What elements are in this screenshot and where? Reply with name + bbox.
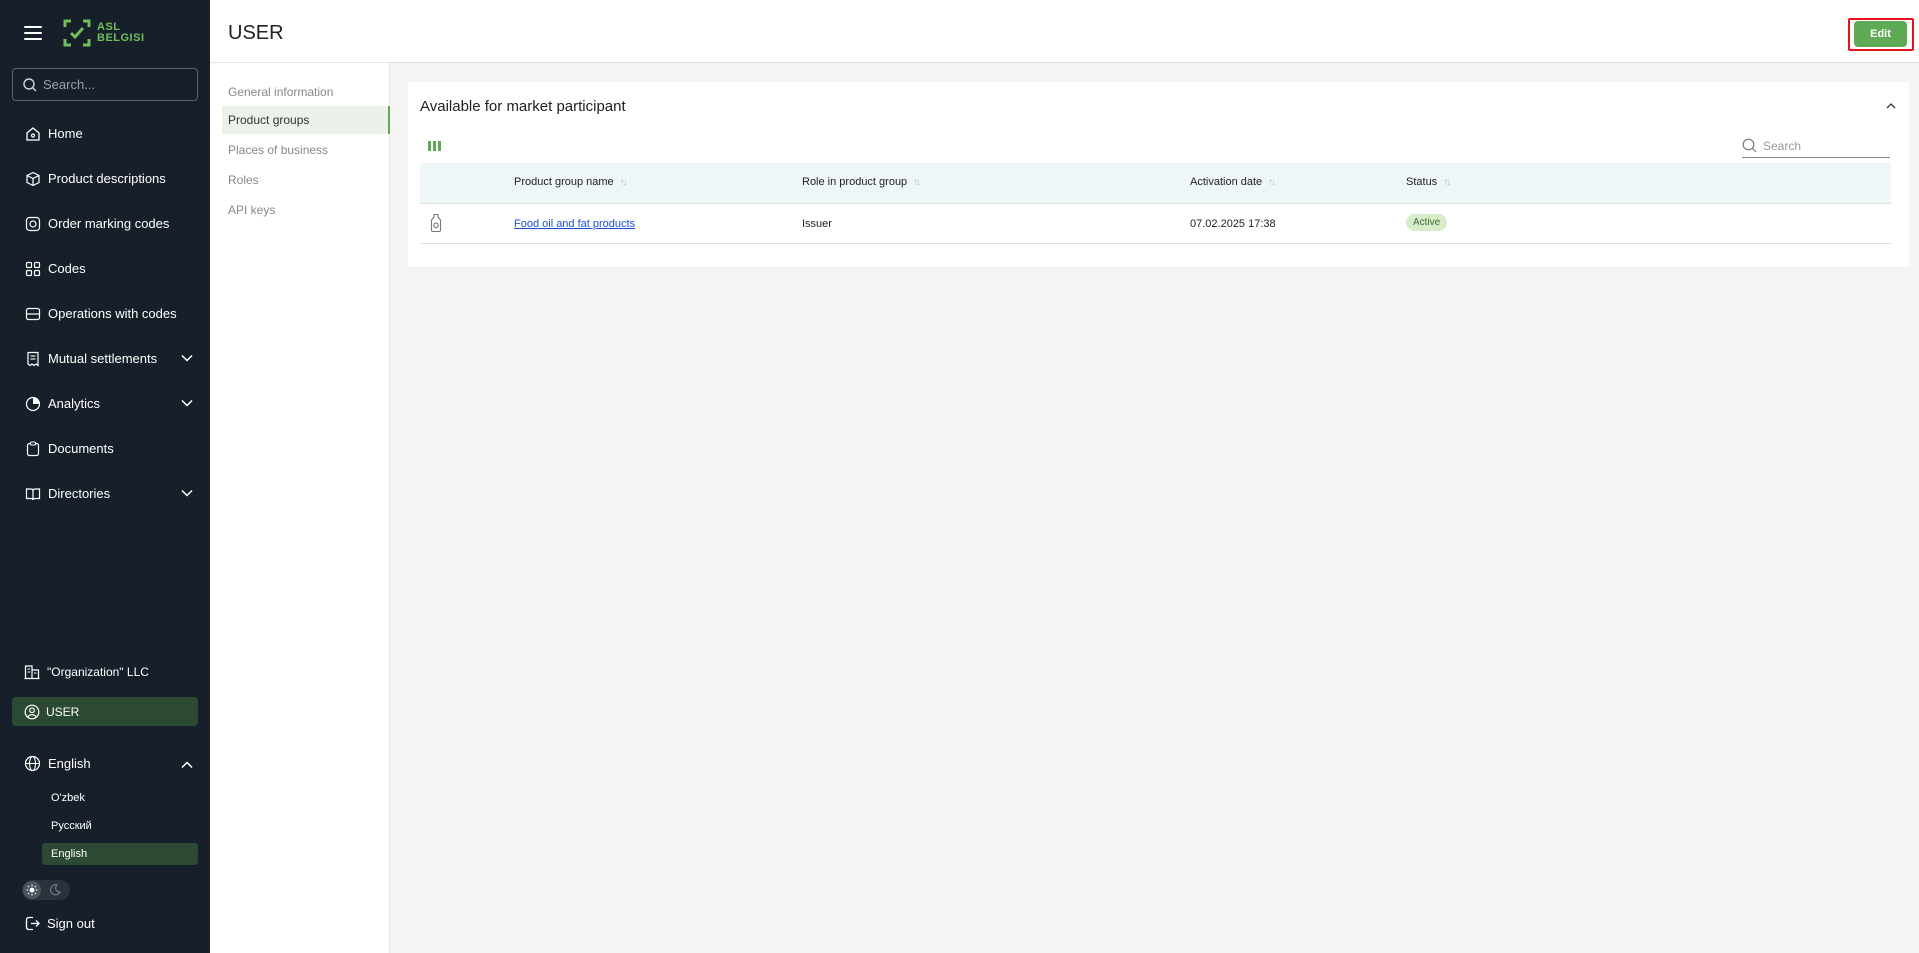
sidebar-item-label: Documents [48, 441, 114, 456]
user-icon [24, 704, 40, 719]
column-header-label: Status [1406, 176, 1438, 188]
operations-icon [24, 305, 42, 323]
sun-icon [23, 881, 41, 899]
tab-product-groups[interactable]: Product groups [222, 106, 390, 134]
sort-icon[interactable]: ↑↓ [1443, 177, 1451, 188]
sidebar-nav: Home Product descriptions Order marking … [0, 111, 210, 516]
analytics-icon [24, 395, 42, 413]
sort-icon[interactable]: ↑↓ [913, 177, 921, 188]
menu-icon[interactable] [24, 26, 42, 40]
product-group-link[interactable]: Food oil and fat products [514, 218, 635, 230]
language-selector[interactable]: English [24, 755, 198, 772]
sidebar-item-codes[interactable]: Codes [0, 246, 210, 291]
table-header: Product group name ↑↓ Role in product gro… [420, 163, 1891, 204]
column-header-product-group-name[interactable]: Product group name ↑↓ [514, 176, 628, 188]
search-icon [1742, 138, 1757, 153]
role-cell: Issuer [802, 218, 832, 230]
chevron-up-icon[interactable] [180, 758, 194, 772]
columns-settings-icon[interactable] [428, 141, 441, 151]
sidebar-item-analytics[interactable]: Analytics [0, 381, 210, 426]
language-current: English [48, 756, 91, 771]
header: USER Edit [210, 0, 1919, 63]
sidebar-item-documents[interactable]: Documents [0, 426, 210, 471]
tab-places-of-business[interactable]: Places of business [222, 136, 390, 164]
receipt-icon [24, 350, 42, 368]
chevron-down-icon[interactable] [180, 486, 194, 500]
document-icon [24, 440, 42, 458]
sort-icon[interactable]: ↑↓ [1268, 177, 1276, 188]
column-header-label: Role in product group [802, 176, 908, 188]
sidebar-item-operations-with-codes[interactable]: Operations with codes [0, 291, 210, 336]
codes-icon [24, 260, 42, 278]
language-option-uzbek[interactable]: O'zbek [42, 787, 198, 809]
chevron-down-icon[interactable] [180, 351, 194, 365]
column-header-status[interactable]: Status ↑↓ [1406, 176, 1451, 188]
column-header-label: Product group name [514, 176, 614, 188]
sidebar-item-home[interactable]: Home [0, 111, 210, 156]
sort-icon[interactable]: ↑↓ [620, 177, 628, 188]
product-groups-card: Available for market participant Product… [408, 82, 1909, 267]
sidebar-item-label: Home [48, 126, 83, 141]
logo-text: ASL BELGISI [97, 22, 145, 44]
sidebar-search[interactable] [12, 68, 198, 101]
chevron-up-icon[interactable] [1885, 100, 1897, 112]
user-subnav: General information Product groups Place… [210, 63, 390, 953]
tab-general-information[interactable]: General information [222, 78, 390, 106]
sidebar-item-label: Analytics [48, 396, 101, 411]
search-icon [23, 77, 37, 91]
sidebar-item-order-marking-codes[interactable]: Order marking codes [0, 201, 210, 246]
order-codes-icon [24, 215, 42, 233]
organization-item[interactable]: "Organization" LLC [24, 664, 149, 680]
tab-roles[interactable]: Roles [222, 166, 390, 194]
edit-button[interactable]: Edit [1854, 21, 1907, 47]
logo-text-line2: BELGISI [97, 32, 145, 44]
building-icon [24, 665, 40, 680]
table-search[interactable] [1742, 134, 1890, 158]
theme-toggle[interactable] [22, 880, 70, 900]
page-title: USER [228, 22, 284, 44]
sign-out-button[interactable]: Sign out [24, 915, 95, 932]
table-row: Food oil and fat products Issuer 07.02.2… [420, 204, 1891, 244]
home-icon [24, 125, 42, 143]
sidebar-header: ASL BELGISI [0, 0, 210, 66]
language-option-russian[interactable]: Русский [42, 815, 198, 837]
sidebar-item-label: Product descriptions [48, 171, 166, 186]
oil-bottle-icon [430, 213, 442, 233]
sign-out-icon [25, 916, 40, 931]
user-name: USER [46, 704, 80, 719]
sidebar: ASL BELGISI Home Product descriptions [0, 0, 210, 953]
globe-icon [24, 755, 41, 772]
tab-api-keys[interactable]: API keys [222, 196, 390, 224]
sidebar-item-directories[interactable]: Directories [0, 471, 210, 516]
sidebar-item-product-descriptions[interactable]: Product descriptions [0, 156, 210, 201]
organization-name: "Organization" LLC [47, 665, 149, 679]
status-badge: Active [1406, 214, 1448, 231]
language-option-english[interactable]: English [42, 843, 198, 865]
sidebar-item-label: Codes [48, 261, 86, 276]
sidebar-item-mutual-settlements[interactable]: Mutual settlements [0, 336, 210, 381]
sidebar-item-label: Directories [48, 486, 111, 501]
column-header-label: Activation date [1190, 176, 1263, 188]
column-header-activation-date[interactable]: Activation date ↑↓ [1190, 176, 1276, 188]
sidebar-item-label: Order marking codes [48, 216, 170, 231]
moon-icon [50, 884, 61, 896]
activation-date-cell: 07.02.2025 17:38 [1190, 218, 1276, 230]
product-group-cell: Food oil and fat products [514, 218, 635, 230]
logo[interactable]: ASL BELGISI [62, 18, 145, 48]
sign-out-label: Sign out [47, 916, 95, 931]
sidebar-item-label: Mutual settlements [48, 351, 158, 366]
card-title: Available for market participant [420, 98, 626, 115]
user-item[interactable]: USER [12, 697, 198, 726]
book-icon [24, 485, 42, 503]
logo-icon [63, 19, 91, 47]
sidebar-search-input[interactable] [43, 77, 183, 92]
chevron-down-icon[interactable] [180, 396, 194, 410]
column-header-role[interactable]: Role in product group ↑↓ [802, 176, 921, 188]
box-icon [24, 170, 42, 188]
sidebar-item-label: Operations with codes [48, 306, 177, 321]
table-search-input[interactable] [1763, 138, 1881, 153]
